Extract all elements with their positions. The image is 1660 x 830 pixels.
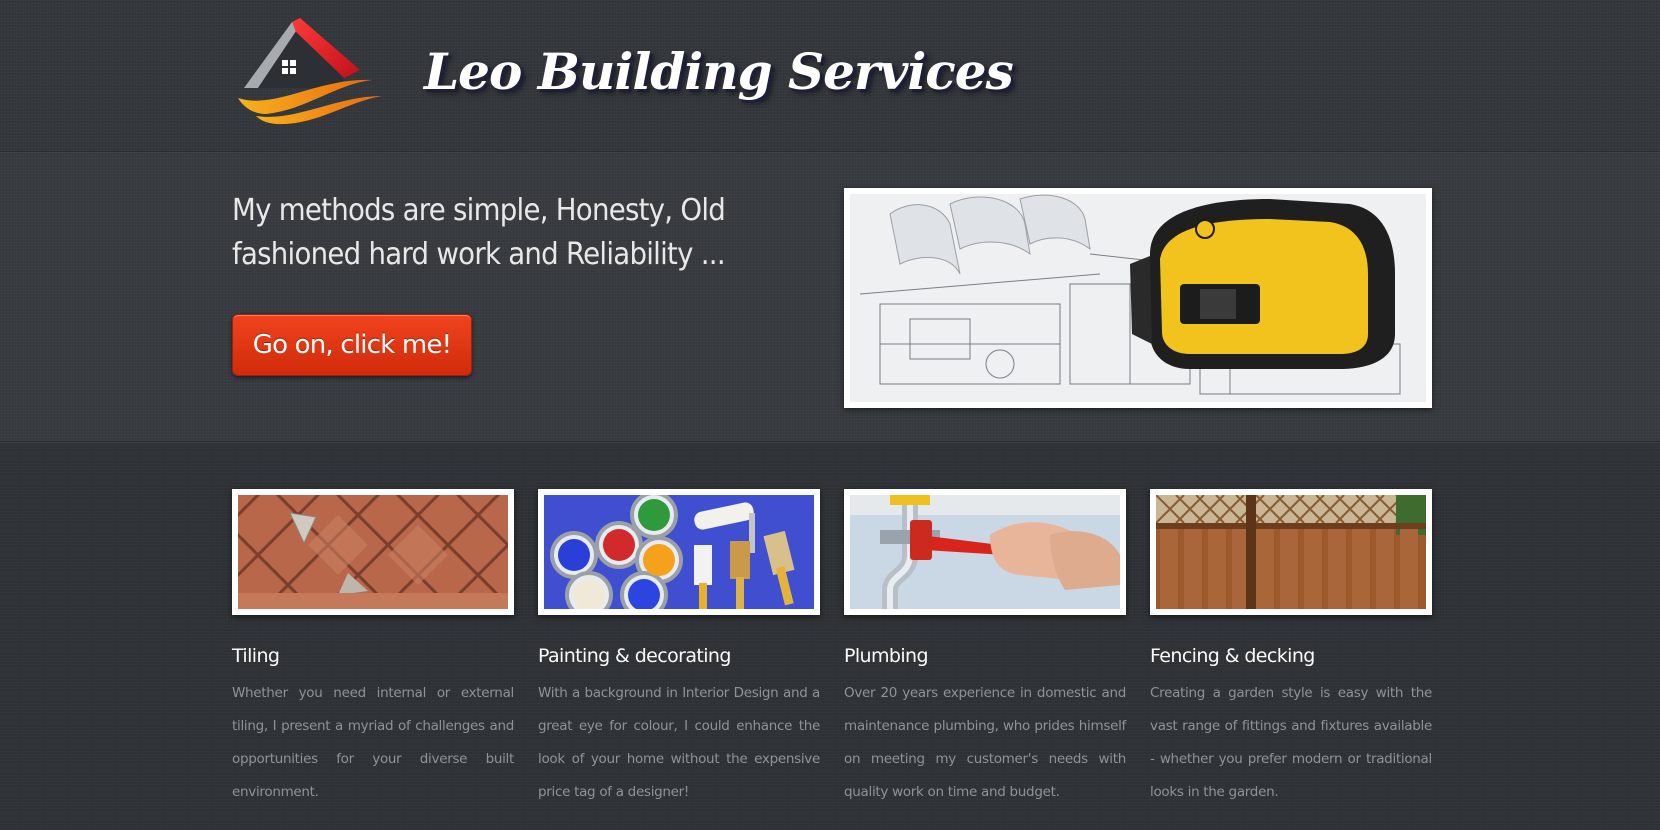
service-title: Plumbing xyxy=(844,645,929,667)
paint-cans-and-brushes-image xyxy=(544,495,814,609)
service-description: Over 20 years experience in domestic and… xyxy=(844,685,1126,800)
service-title: Tiling xyxy=(232,645,280,667)
hero-section: My methods are simple, Honesty, Old fash… xyxy=(0,153,1660,442)
house-roof-logo-icon[interactable] xyxy=(236,18,392,126)
service-description: With a background in Interior Design and… xyxy=(538,685,820,800)
service-card-tiling: Tiling Whether you need internal or exte… xyxy=(232,489,514,809)
service-card-plumbing: Plumbing Over 20 years experience in dom… xyxy=(844,489,1126,809)
hero-tagline: My methods are simple, Honesty, Old fash… xyxy=(232,193,726,272)
service-thumb[interactable] xyxy=(232,489,514,615)
terracotta-tiles-image xyxy=(238,495,508,609)
service-thumb[interactable] xyxy=(538,489,820,615)
pipe-wrench-plumbing-image xyxy=(850,495,1120,609)
services-section: Tiling Whether you need internal or exte… xyxy=(0,443,1660,830)
cta-button[interactable]: Go on, click me! xyxy=(232,314,472,376)
site-header: Leo Building Services xyxy=(0,0,1660,152)
service-card-fencing: Fencing & decking Creating a garden styl… xyxy=(1150,489,1432,809)
service-title: Painting & decorating xyxy=(538,645,731,667)
wooden-fence-image xyxy=(1156,495,1426,609)
service-card-painting: Painting & decorating With a background … xyxy=(538,489,820,809)
service-description: Whether you need internal or external ti… xyxy=(232,685,514,800)
tape-measure-on-blueprints-image xyxy=(850,194,1426,402)
hero-image xyxy=(844,188,1432,408)
service-title: Fencing & decking xyxy=(1150,645,1315,667)
service-thumb[interactable] xyxy=(1150,489,1432,615)
service-thumb[interactable] xyxy=(844,489,1126,615)
site-title[interactable]: Leo Building Services xyxy=(424,42,1014,101)
service-description: Creating a garden style is easy with the… xyxy=(1150,685,1432,800)
